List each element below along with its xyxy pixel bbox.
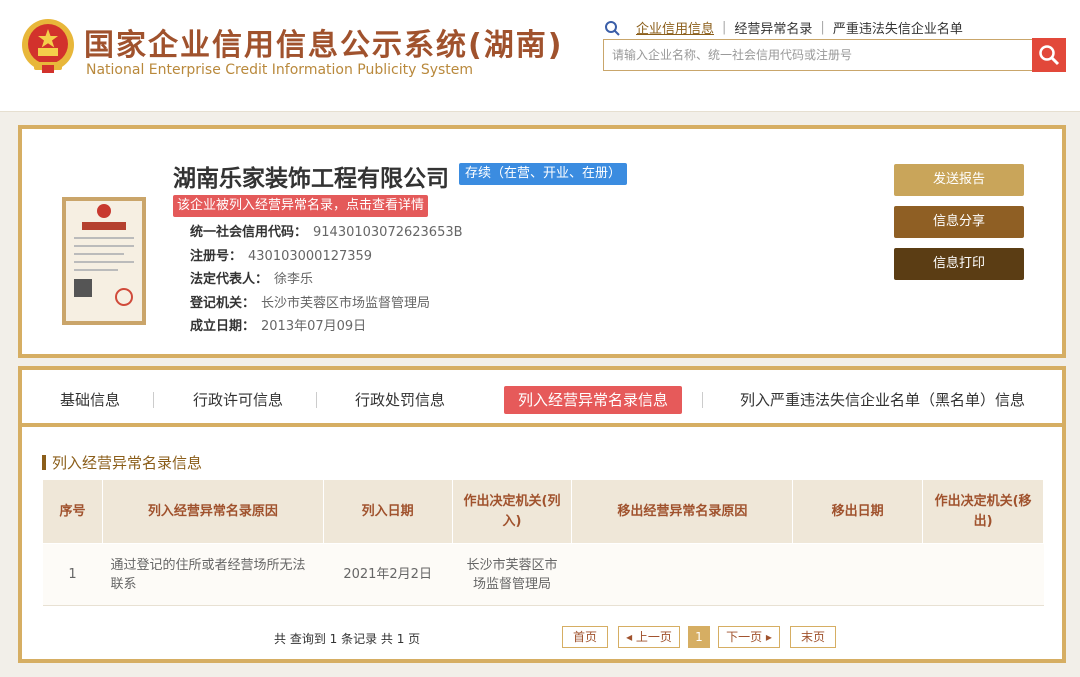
- table-cell: 1: [42, 543, 103, 606]
- column-header: 移出日期: [792, 479, 924, 544]
- info-tabs: 基础信息 行政许可信息 行政处罚信息 列入经营异常名录信息 列入严重违法失信企业…: [22, 370, 1062, 427]
- site-header: 国家企业信用信息公示系统(湖南) National Enterprise Cre…: [0, 0, 1080, 112]
- record-count: 共 查询到 1 条记录 共 1 页: [274, 632, 421, 646]
- field-legal-rep: 法定代表人： 徐李乐: [190, 272, 314, 287]
- table-row: 1 通过登记的住所或者经营场所无法联系 2021年2月2日 长沙市芙蓉区市场监督…: [42, 543, 1044, 606]
- page-number-current[interactable]: 1: [688, 626, 710, 648]
- tab-basic-info[interactable]: 基础信息: [60, 386, 120, 414]
- table-cell: [571, 543, 793, 606]
- first-page-button[interactable]: 首页: [562, 626, 608, 648]
- site-title: 国家企业信用信息公示系统(湖南): [84, 28, 564, 63]
- table-cell: [922, 543, 1044, 606]
- table-header-row: 序号 列入经营异常名录原因 列入日期 作出决定机关(列入) 移出经营异常名录原因…: [42, 479, 1044, 544]
- company-info-list: 统一社会信用代码： 91430103072623653B 注册号： 43010300…: [190, 221, 463, 339]
- tab-abnormal-list[interactable]: 经营异常名录: [726, 18, 820, 37]
- tab-admin-penalty[interactable]: 行政处罚信息: [355, 386, 445, 414]
- divider: [702, 392, 703, 408]
- column-header: 移出经营异常名录原因: [571, 479, 794, 544]
- divider: [153, 392, 154, 408]
- field-found-date: 成立日期： 2013年07月09日: [190, 319, 367, 334]
- title-bar-icon: [42, 455, 46, 470]
- search-icon: [1039, 45, 1060, 66]
- tab-abnormal-list-info[interactable]: 列入经营异常名录信息: [504, 386, 683, 414]
- search-input[interactable]: 请输入企业名称、统一社会信用代码或注册号: [603, 39, 1033, 71]
- search-icon: [605, 20, 620, 36]
- send-report-button[interactable]: 发送报告: [894, 164, 1024, 196]
- table-cell: 长沙市芙蓉区市场监督管理局: [452, 543, 572, 606]
- table-cell: [792, 543, 923, 606]
- next-page-button[interactable]: 下一页 ▸: [718, 626, 780, 648]
- table-cell: 通过登记的住所或者经营场所无法联系: [102, 543, 324, 606]
- records-panel: 基础信息 行政许可信息 行政处罚信息 列入经营异常名录信息 列入严重违法失信企业…: [18, 366, 1066, 663]
- national-emblem-icon: [22, 19, 74, 73]
- abnormal-notice-link[interactable]: 该企业被列入经营异常名录，点击查看详情: [173, 195, 429, 217]
- print-info-button[interactable]: 信息打印: [894, 248, 1024, 280]
- column-header: 列入日期: [322, 479, 453, 544]
- search-button[interactable]: [1032, 38, 1066, 72]
- abnormal-records-table: 序号 列入经营异常名录原因 列入日期 作出决定机关(列入) 移出经营异常名录原因…: [42, 479, 1044, 606]
- last-page-button[interactable]: 末页: [790, 626, 836, 648]
- tab-admin-license[interactable]: 行政许可信息: [193, 386, 283, 414]
- chevron-left-icon: ◂: [626, 630, 636, 644]
- business-license-icon[interactable]: [62, 197, 146, 325]
- field-authority: 登记机关： 长沙市芙蓉区市场监督管理局: [190, 295, 431, 311]
- company-summary-panel: 湖南乐家装饰工程有限公司 存续（在营、开业、在册） 该企业被列入经营异常名录，点…: [18, 125, 1066, 358]
- section-title: 列入经营异常名录信息: [42, 452, 202, 473]
- column-header: 作出决定机关(移出): [922, 479, 1044, 544]
- company-name: 湖南乐家装饰工程有限公司: [173, 166, 449, 192]
- column-header: 作出决定机关(列入): [451, 479, 573, 544]
- table-cell: 2021年2月2日: [323, 543, 453, 606]
- tab-enterprise-credit[interactable]: 企业信用信息: [628, 18, 722, 37]
- search-type-tabs: 企业信用信息 | 经营异常名录 | 严重违法失信企业名单: [604, 18, 971, 37]
- column-header: 列入经营异常名录原因: [101, 479, 324, 544]
- status-badge: 存续（在营、开业、在册）: [459, 163, 628, 185]
- tab-blacklist-info[interactable]: 列入严重违法失信企业名单（黑名单）信息: [740, 386, 1025, 414]
- chevron-right-icon: ▸: [762, 630, 772, 644]
- field-credit-code: 统一社会信用代码： 91430103072623653B: [190, 225, 463, 240]
- site-subtitle: National Enterprise Credit Information P…: [86, 62, 474, 78]
- divider: [316, 392, 317, 408]
- prev-page-button[interactable]: ◂ 上一页: [618, 626, 680, 648]
- share-info-button[interactable]: 信息分享: [894, 206, 1024, 238]
- column-header: 序号: [42, 479, 103, 544]
- field-reg-no: 注册号： 430103000127359: [190, 248, 373, 264]
- tab-blacklist[interactable]: 严重违法失信企业名单: [825, 18, 971, 37]
